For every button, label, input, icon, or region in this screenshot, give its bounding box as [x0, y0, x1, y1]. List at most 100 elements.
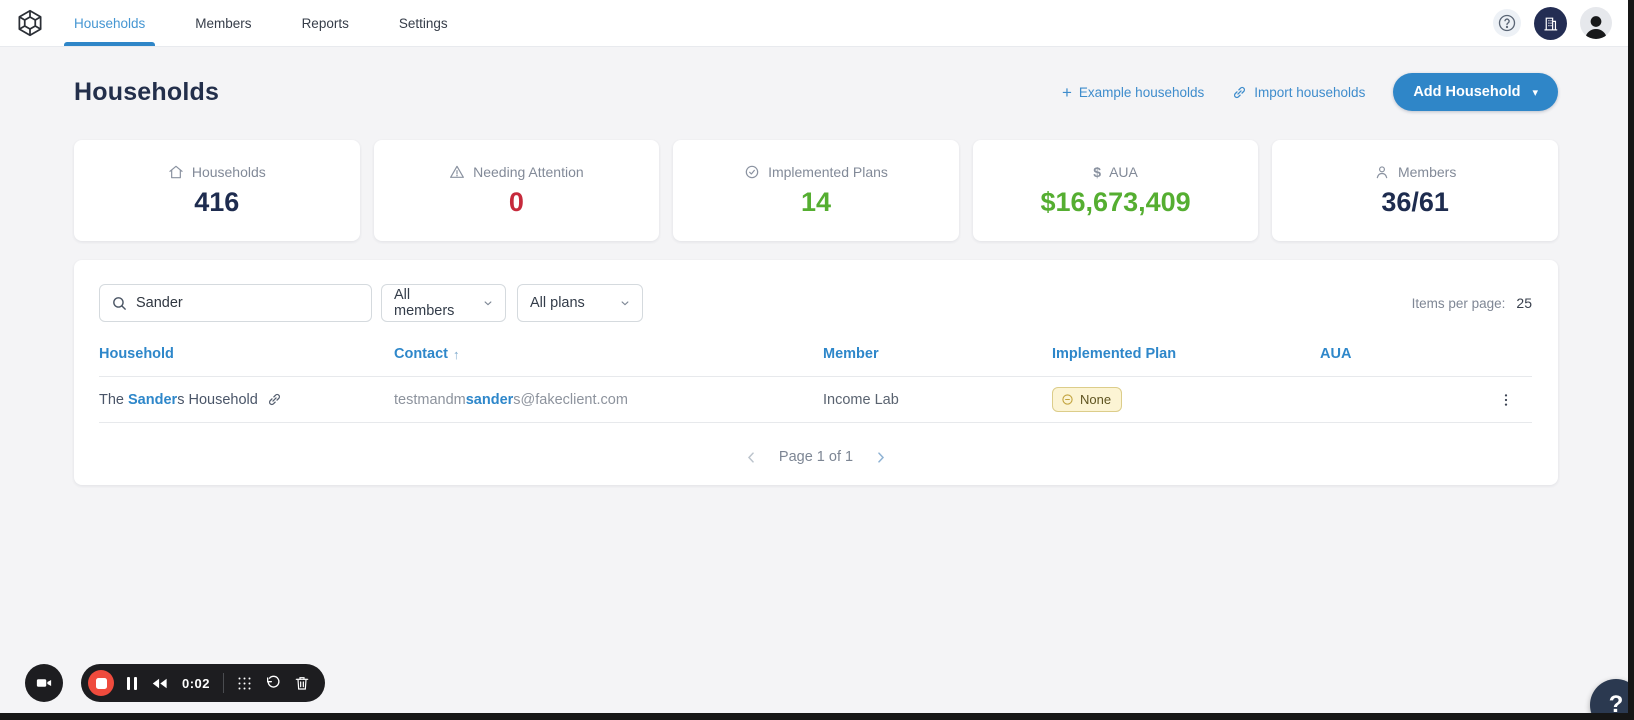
- sort-ascending-icon: ↑: [452, 346, 460, 362]
- nav-right-controls: [1493, 6, 1612, 40]
- minus-circle-icon: [1061, 393, 1074, 406]
- plans-filter-select[interactable]: All plans: [517, 284, 643, 322]
- household-name[interactable]: The Sanders Household: [99, 392, 258, 408]
- column-header-label: Contact: [394, 346, 448, 362]
- column-header-aua[interactable]: AUA: [1320, 346, 1480, 362]
- stat-title: Households: [191, 163, 266, 180]
- column-header-household[interactable]: Household: [99, 346, 394, 362]
- stat-card-members: Members 36/61: [1272, 140, 1558, 241]
- search-match: Sander: [128, 391, 178, 408]
- table-row[interactable]: The Sanders Household testmandmsanders@f…: [99, 377, 1532, 423]
- households-panel: All members All plans Items per page: 25…: [74, 260, 1558, 485]
- primary-tabs: Households Members Reports Settings: [63, 0, 448, 46]
- video-camera-icon[interactable]: [25, 664, 63, 702]
- column-header-member[interactable]: Member: [823, 346, 1052, 362]
- search-match: sander: [465, 391, 514, 408]
- next-page-icon[interactable]: [873, 450, 888, 465]
- stat-value: 14: [800, 186, 831, 217]
- stat-value: 36/61: [1381, 186, 1449, 217]
- stat-value: $16,673,409: [1040, 186, 1191, 217]
- window-edge-bottom: [0, 713, 1634, 720]
- rewind-icon[interactable]: [150, 674, 169, 693]
- add-household-button[interactable]: Add Household ▾: [1393, 73, 1558, 111]
- page-header: Households + Example households Import h…: [74, 73, 1558, 111]
- stat-label: $ AUA: [1093, 164, 1138, 180]
- example-households-label: Example households: [1078, 84, 1205, 100]
- stat-value: 0: [508, 186, 524, 217]
- check-circle-icon: [744, 164, 760, 180]
- import-households-label: Import households: [1254, 84, 1366, 100]
- members-filter-value: All members: [394, 287, 455, 319]
- stat-card-households: Households 416: [74, 140, 360, 241]
- import-households-link[interactable]: Import households: [1232, 85, 1365, 100]
- household-link-icon[interactable]: [267, 392, 282, 407]
- plus-icon: +: [1061, 82, 1072, 102]
- window-edge-right: [1628, 0, 1634, 720]
- help-icon[interactable]: [1493, 9, 1521, 37]
- column-header-implemented-plan[interactable]: Implemented Plan: [1052, 346, 1320, 362]
- example-households-link[interactable]: + Example households: [1062, 84, 1204, 101]
- stop-recording-button[interactable]: [88, 670, 114, 696]
- stat-title: Members: [1397, 163, 1457, 180]
- user-avatar[interactable]: [1580, 7, 1612, 39]
- stats-row: Households 416 Needing Attention 0 Imple…: [74, 140, 1558, 241]
- table-header-row: Household Contact ↑ Member Implemented P…: [99, 322, 1532, 377]
- header-actions: + Example households Import households A…: [1062, 73, 1558, 111]
- stat-value: 416: [194, 186, 240, 217]
- toolbar-divider: [223, 673, 225, 693]
- stat-title: Implemented Plans: [768, 163, 888, 180]
- grid-dots-icon[interactable]: [237, 676, 252, 691]
- household-cell: The Sanders Household: [99, 392, 394, 408]
- previous-page-icon[interactable]: [744, 450, 759, 465]
- filter-row: All members All plans Items per page: 25: [74, 260, 1558, 322]
- chevron-down-icon: [620, 298, 630, 308]
- stat-card-implemented-plans: Implemented Plans 14: [673, 140, 959, 241]
- dollar-icon: $: [1093, 163, 1102, 180]
- implemented-plan-cell: None: [1052, 387, 1320, 412]
- items-per-page-label: Items per page:: [1411, 295, 1506, 311]
- tab-reports[interactable]: Reports: [302, 0, 349, 46]
- pagination: Page 1 of 1: [74, 449, 1558, 465]
- plan-badge-label: None: [1080, 392, 1112, 407]
- add-household-label: Add Household: [1413, 84, 1521, 100]
- tab-members[interactable]: Members: [195, 0, 251, 46]
- stat-title: AUA: [1109, 163, 1138, 180]
- top-nav: Households Members Reports Settings: [0, 0, 1634, 47]
- tab-households[interactable]: Households: [63, 0, 156, 46]
- search-input[interactable]: [136, 295, 360, 311]
- stat-label: Members: [1374, 164, 1456, 180]
- stat-label: Households: [168, 164, 266, 180]
- stat-label: Implemented Plans: [744, 164, 888, 180]
- search-icon: [111, 295, 128, 312]
- row-kebab-menu-icon[interactable]: [1496, 390, 1516, 410]
- stat-title: Needing Attention: [473, 163, 584, 180]
- pause-button[interactable]: [127, 676, 137, 690]
- search-box: [99, 284, 372, 322]
- contact-cell: testmandmsanders@fakeclient.com: [394, 391, 628, 408]
- link-icon: [1232, 85, 1247, 100]
- page-title: Households: [74, 77, 220, 106]
- page-indicator: Page 1 of 1: [778, 449, 854, 465]
- trash-icon[interactable]: [294, 675, 310, 691]
- caret-down-icon: ▾: [1532, 86, 1538, 99]
- member-cell: Income Lab: [823, 391, 899, 408]
- organization-icon[interactable]: [1534, 6, 1567, 40]
- plans-filter-value: All plans: [530, 295, 585, 311]
- tab-settings[interactable]: Settings: [399, 0, 448, 46]
- restart-icon[interactable]: [265, 675, 281, 691]
- chevron-down-icon: [483, 298, 493, 308]
- stat-card-needing-attention: Needing Attention 0: [373, 140, 660, 241]
- person-icon: [1374, 164, 1390, 180]
- stat-label: Needing Attention: [449, 164, 584, 180]
- members-filter-select[interactable]: All members: [381, 284, 506, 322]
- app-logo-icon[interactable]: [12, 5, 48, 41]
- items-per-page: Items per page: 25: [1412, 295, 1532, 311]
- recording-timer: 0:02: [182, 675, 211, 691]
- stat-card-aua: $ AUA $16,673,409: [972, 140, 1259, 241]
- plan-none-badge[interactable]: None: [1052, 387, 1123, 412]
- home-icon: [168, 164, 184, 180]
- items-per-page-value[interactable]: 25: [1516, 295, 1532, 311]
- column-header-contact[interactable]: Contact ↑: [394, 346, 823, 362]
- warning-triangle-icon: [449, 164, 465, 180]
- stop-square-icon: [95, 677, 107, 689]
